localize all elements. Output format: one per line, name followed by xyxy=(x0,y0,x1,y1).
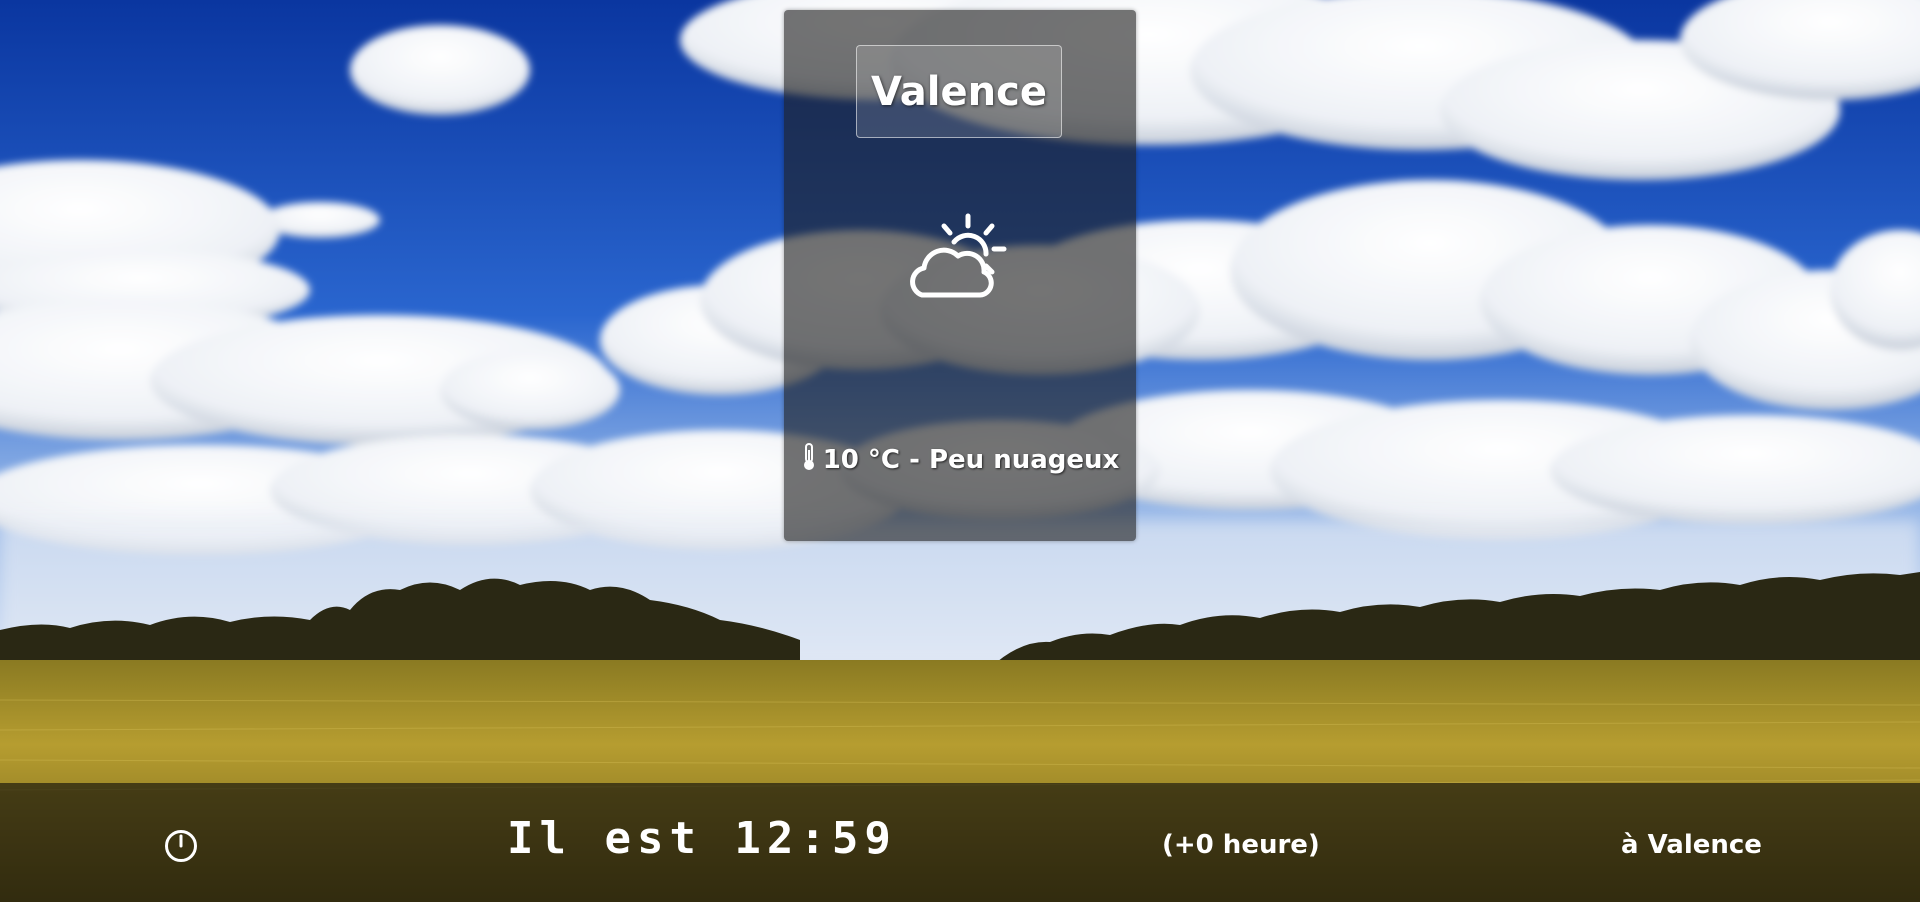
timezone-offset: (+0 heure) xyxy=(1162,830,1320,860)
clock-icon xyxy=(165,830,197,862)
city-name[interactable]: Valence xyxy=(856,45,1062,138)
partly-cloudy-icon xyxy=(910,213,1007,298)
temperature-value: 10 °C xyxy=(822,445,901,475)
weather-summary: 10 °C - Peu nuageux xyxy=(784,442,1136,475)
current-time: Il est 12:59 xyxy=(507,813,897,864)
thermometer-icon xyxy=(803,443,814,470)
weather-condition: Peu nuageux xyxy=(928,445,1120,475)
background-scene: Valence 10 °C - Peu nuageux Il est 12:59… xyxy=(0,0,1920,902)
clock-bar: Il est 12:59 (+0 heure) à Valence xyxy=(0,783,1920,902)
weather-card: Valence 10 °C - Peu nuageux xyxy=(784,10,1136,541)
clock-location: à Valence xyxy=(1621,830,1762,860)
weather-separator: - xyxy=(900,445,929,475)
